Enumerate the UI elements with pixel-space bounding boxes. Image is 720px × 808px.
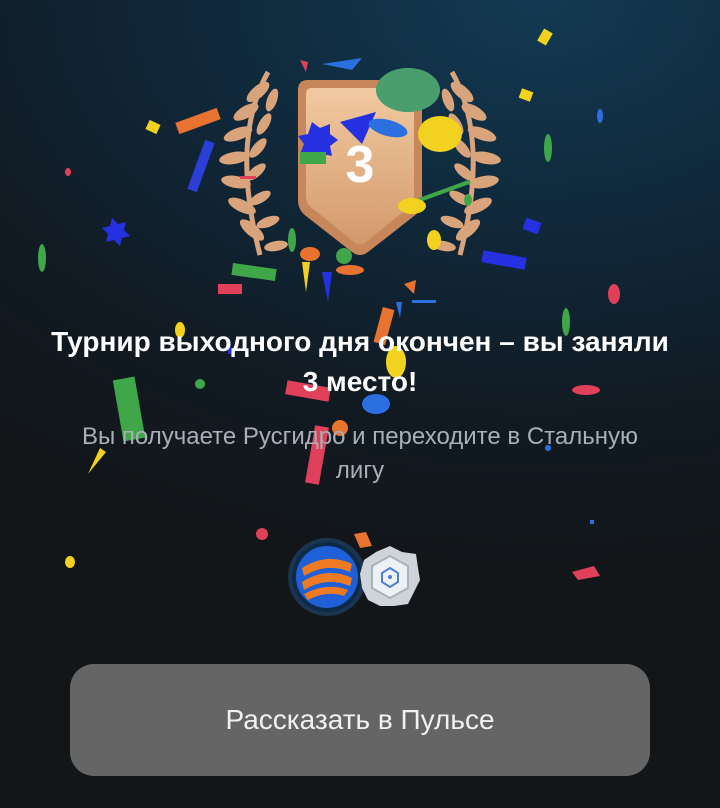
share-in-pulse-button[interactable]: Рассказать в Пульсе [70, 664, 650, 776]
confetti-piece [544, 134, 552, 162]
steel-league-icon [358, 544, 422, 610]
rewards-row [288, 538, 438, 618]
right-laurel-icon [432, 70, 501, 256]
confetti-piece [396, 302, 402, 318]
confetti-piece [65, 168, 71, 176]
tournament-result-screen: 3 Турнир выходного дня окончен – вы заня… [0, 0, 720, 808]
confetti-piece [38, 244, 46, 272]
result-title: Турнир выходного дня окончен – вы заняли… [51, 326, 669, 397]
result-subtitle: Вы получаете Русгидро и переходите в Ста… [81, 423, 639, 484]
confetti-piece [65, 556, 75, 568]
confetti-piece [537, 28, 553, 46]
confetti-piece [145, 119, 161, 135]
confetti-piece [102, 218, 130, 246]
confetti-piece [572, 566, 600, 580]
confetti-piece [256, 528, 268, 540]
place-number: 3 [346, 136, 375, 194]
confetti-piece [597, 109, 603, 123]
confetti-piece [412, 300, 436, 303]
rushydro-logo-icon [288, 538, 366, 616]
place-badge: 3 [180, 50, 540, 290]
left-laurel-icon [219, 70, 288, 256]
confetti-piece [590, 520, 594, 524]
confetti-piece [608, 284, 620, 304]
